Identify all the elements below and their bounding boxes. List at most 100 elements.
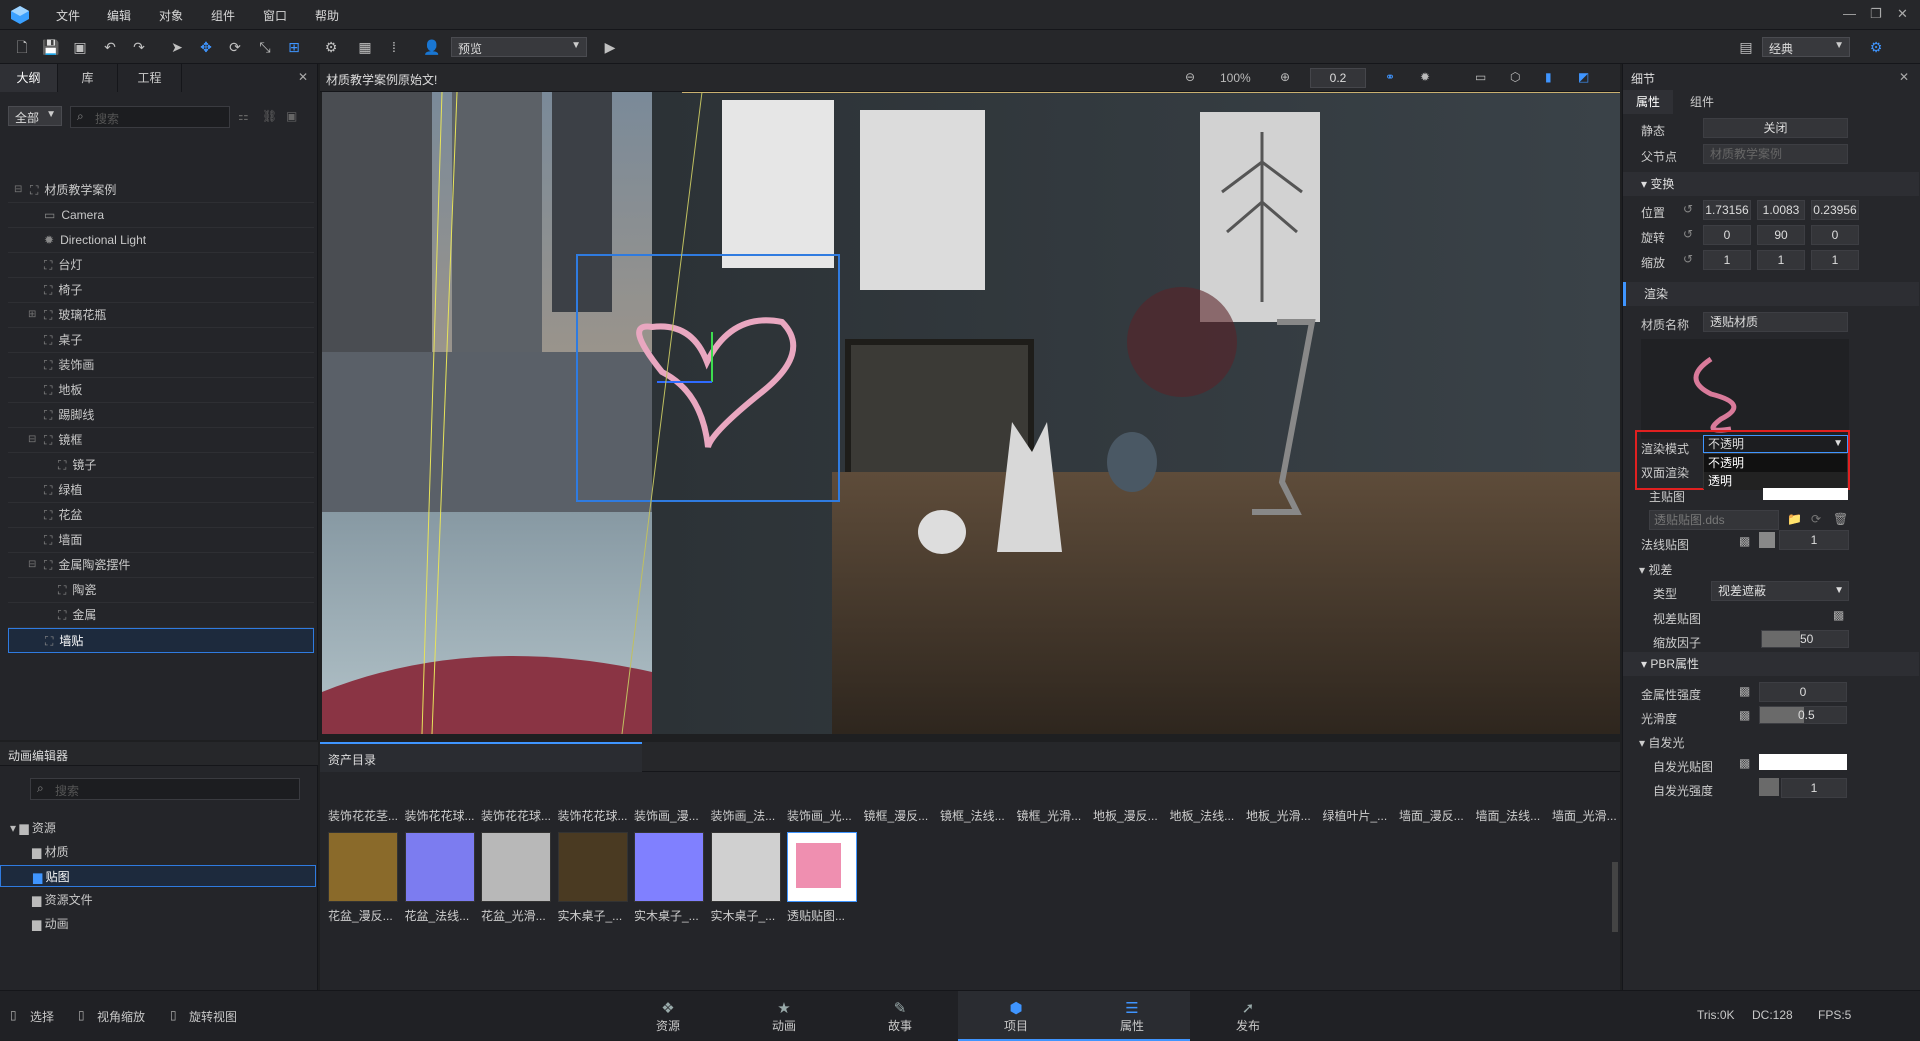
texture-icon[interactable]: ▩ <box>1739 534 1750 548</box>
display-icon[interactable]: ▮ <box>1545 70 1552 84</box>
reset-icon[interactable]: ↺ <box>1683 252 1693 266</box>
asset-label[interactable]: 绿植叶片_... <box>1323 807 1397 824</box>
nav-story[interactable]: ✎ 故事 <box>842 991 958 1041</box>
asset-thumbnail[interactable] <box>634 832 704 902</box>
menu-component[interactable]: 组件 <box>211 7 235 24</box>
expand-icon[interactable]: ⊟ <box>28 553 36 577</box>
wireframe-icon[interactable]: ◩ <box>1578 70 1589 84</box>
camera-person-icon[interactable]: 👤 <box>423 38 441 56</box>
settings-icon[interactable]: ⚙ <box>1867 38 1885 56</box>
view-mode-select[interactable]: 预览 ▼ <box>451 37 587 57</box>
asset-thumbnail[interactable] <box>787 832 857 902</box>
tree-item[interactable]: ⊞ ⛶ 玻璃花瓶 <box>8 303 314 328</box>
trash-icon[interactable]: 🗑 <box>1833 512 1848 526</box>
reset-icon[interactable]: ↺ <box>1683 202 1693 216</box>
menu-edit[interactable]: 编辑 <box>107 7 131 24</box>
asset-label[interactable]: 墙面_漫反... <box>1399 807 1473 824</box>
dot-grid-icon[interactable]: ⁞ <box>385 38 403 56</box>
folder-item[interactable]: ▆ 资源文件 <box>0 889 316 911</box>
3d-viewport[interactable] <box>322 92 1620 734</box>
asset-label[interactable]: 装饰花花球... <box>558 807 632 824</box>
outline-search-input[interactable]: ⌕ 搜索 <box>70 106 230 128</box>
zoom-in-icon[interactable]: ⊕ <box>1280 70 1290 84</box>
nav-animation[interactable]: ★ 动画 <box>726 991 842 1041</box>
transform-section[interactable]: ▾ 变换 <box>1623 172 1919 196</box>
tab-library[interactable]: 库 <box>58 64 118 92</box>
asset-thumbnail[interactable] <box>557 832 628 902</box>
rotate-tool-icon[interactable]: ⟳ <box>226 38 244 56</box>
menu-file[interactable]: 文件 <box>56 7 80 24</box>
tree-item[interactable]: ⛶ 绿植 <box>8 478 314 503</box>
folder-item[interactable]: ▆ 动画 <box>0 913 316 935</box>
tree-item[interactable]: ⊟ ⛶ 材质教学案例 <box>8 178 314 203</box>
metal-value[interactable]: 0 <box>1759 682 1847 702</box>
folder-item[interactable]: ▾ ▆ 资源 <box>0 817 316 839</box>
tree-item[interactable]: ⛶ 地板 <box>8 378 314 403</box>
close-details-icon[interactable]: ✕ <box>1899 70 1909 84</box>
static-value[interactable]: 关闭 <box>1703 118 1848 138</box>
asset-label[interactable]: 镜框_漫反... <box>864 807 938 824</box>
tree-item[interactable]: ▭ Camera <box>8 203 314 228</box>
grid-icon[interactable]: ▦ <box>356 38 374 56</box>
tree-item[interactable]: ⛶ 墙贴 <box>8 628 314 653</box>
move-tool-icon[interactable]: ✥ <box>197 38 215 56</box>
tree-item[interactable]: ⛶ 椅子 <box>8 278 314 303</box>
rotation-x[interactable]: 0 <box>1703 225 1751 245</box>
redo-icon[interactable]: ↷ <box>130 38 148 56</box>
parallax-type-select[interactable]: 视差遮蔽 ▼ <box>1711 581 1849 601</box>
refresh-icon[interactable]: ⟳ <box>1811 512 1821 526</box>
nav-project[interactable]: ⬢ 项目 <box>958 991 1074 1041</box>
cube-icon[interactable]: ⬡ <box>1510 70 1520 84</box>
tab-properties[interactable]: 属性 <box>1623 90 1673 114</box>
link-icon[interactable]: ⛓ <box>262 109 277 123</box>
emissive-color-swatch[interactable] <box>1759 754 1847 770</box>
save-all-icon[interactable]: ▣ <box>71 38 89 56</box>
snap-tool-icon[interactable]: ⊞ <box>285 38 303 56</box>
snap-icon[interactable]: ⚭ <box>1385 70 1395 84</box>
tab-project[interactable]: 工程 <box>118 64 182 92</box>
texture-icon[interactable]: ▩ <box>1739 708 1750 722</box>
rotation-z[interactable]: 0 <box>1811 225 1859 245</box>
asset-label[interactable]: 地板_漫反... <box>1093 807 1167 824</box>
scale-factor-slider[interactable]: 50 <box>1761 630 1849 648</box>
main-map-file[interactable]: 透贴贴图.dds <box>1649 510 1779 530</box>
scale-y[interactable]: 1 <box>1757 250 1805 270</box>
scrollbar[interactable] <box>1612 862 1618 932</box>
folder-icon[interactable]: 📁 <box>1787 512 1802 526</box>
nav-resources[interactable]: ❖ 资源 <box>610 991 726 1041</box>
texture-icon[interactable]: ▩ <box>1739 756 1750 770</box>
asset-label[interactable]: 墙面_法线... <box>1476 807 1550 824</box>
tree-item[interactable]: ⛶ 金属 <box>8 603 314 628</box>
save-icon[interactable]: 💾 <box>42 38 60 56</box>
minimize-icon[interactable]: — <box>1843 6 1856 21</box>
option-opaque[interactable]: 不透明 <box>1704 454 1847 472</box>
asset-label[interactable]: 镜框_法线... <box>940 807 1014 824</box>
tree-item[interactable]: ⛶ 墙面 <box>8 528 314 553</box>
light-icon[interactable]: ✹ <box>1420 70 1430 84</box>
smooth-slider[interactable]: 0.5 <box>1759 706 1847 724</box>
folder-search-input[interactable]: ⌕ 搜索 <box>30 778 300 800</box>
tab-outline[interactable]: 大纲 <box>0 64 58 92</box>
main-map-swatch[interactable] <box>1763 488 1848 500</box>
tree-item[interactable]: ✹ Directional Light <box>8 228 314 253</box>
folder-item[interactable]: ▆ 材质 <box>0 841 316 863</box>
new-file-icon[interactable]: 🗋 <box>13 38 31 56</box>
layout-icon[interactable]: ▤ <box>1737 38 1755 56</box>
expand-icon[interactable]: ⊞ <box>28 303 36 327</box>
layout-select[interactable]: 经典 ▼ <box>1762 37 1850 57</box>
tree-item[interactable]: ⛶ 镜子 <box>8 453 314 478</box>
asset-label[interactable]: 地板_法线... <box>1170 807 1244 824</box>
asset-thumbnail[interactable] <box>328 832 398 902</box>
render-mode-select[interactable]: 不透明 ▼ <box>1703 435 1848 453</box>
asset-label[interactable]: 墙面_光滑... <box>1552 807 1626 824</box>
position-y[interactable]: 1.0083 <box>1757 200 1805 220</box>
normal-map-swatch[interactable] <box>1759 532 1775 548</box>
scale-z[interactable]: 1 <box>1811 250 1859 270</box>
expand-icon[interactable]: ⊟ <box>28 428 36 452</box>
asset-label[interactable]: 装饰花花球... <box>481 807 555 824</box>
zoom-out-icon[interactable]: ⊖ <box>1185 70 1195 84</box>
tree-item[interactable]: ⛶ 陶瓷 <box>8 578 314 603</box>
tree-item[interactable]: ⊟ ⛶ 镜框 <box>8 428 314 453</box>
tree-item[interactable]: ⛶ 装饰画 <box>8 353 314 378</box>
camera-icon[interactable]: ▭ <box>1475 70 1486 84</box>
